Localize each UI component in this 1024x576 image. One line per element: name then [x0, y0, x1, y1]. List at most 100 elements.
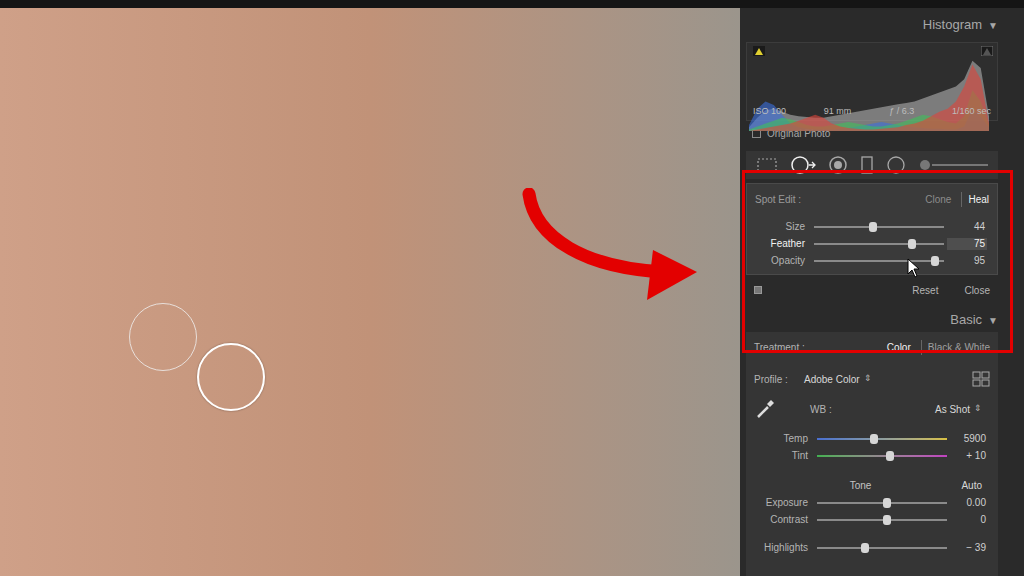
slider-knob[interactable] [931, 256, 939, 266]
collapse-toggle[interactable]: ▼ [988, 18, 998, 33]
close-button[interactable]: Close [964, 283, 990, 298]
slider-row: Temp 5900 [746, 430, 998, 447]
tool-button[interactable] [860, 155, 874, 175]
exif-info: ISO 10091 mmƒ / 6.31/160 sec [753, 106, 991, 117]
slider-row: Size 44 [747, 218, 997, 235]
brush-icon[interactable] [918, 158, 990, 172]
slider-knob[interactable] [883, 498, 891, 508]
crop-icon[interactable] [756, 156, 778, 174]
highlight-box [742, 170, 1013, 353]
slider-track[interactable] [814, 226, 944, 228]
mode-option[interactable]: Clone [919, 192, 951, 207]
spot-edit-footer: Reset Close [746, 279, 998, 301]
tone-row: ToneAuto [746, 476, 998, 494]
exif-item: ISO 100 [753, 106, 786, 117]
treatment-option[interactable]: Color [881, 340, 911, 355]
slider-row: Highlights − 39 [746, 539, 998, 556]
histogram-header[interactable]: Histogram ▼ [746, 8, 998, 42]
radial-filter-icon[interactable] [886, 155, 906, 175]
slider-label: Exposure [746, 497, 808, 509]
spot-edit-label: Spot Edit : [755, 192, 801, 207]
slider-knob[interactable] [883, 515, 891, 525]
histogram: ISO 10091 mmƒ / 6.31/160 sec [746, 42, 998, 121]
mode-option[interactable]: Heal [961, 192, 989, 207]
slider-track[interactable] [814, 243, 944, 245]
slider-track[interactable] [817, 547, 947, 549]
slider-value[interactable]: 44 [947, 221, 987, 233]
slider-value[interactable]: + 10 [948, 450, 988, 462]
highlight-clipping-icon[interactable] [981, 46, 993, 56]
tool-strip [746, 151, 998, 179]
wb-row: WB :As Shot⇕ [746, 398, 998, 420]
slider-row: Opacity 95 [747, 252, 997, 269]
panel-switch-icon[interactable] [754, 286, 762, 294]
profile-row: Profile :Adobe Color⇕ [746, 368, 998, 390]
slider-knob[interactable] [870, 434, 878, 444]
collapse-toggle[interactable]: ▼ [988, 313, 998, 328]
slider-label: Highlights [746, 542, 808, 554]
slider-value[interactable]: 5900 [948, 433, 988, 445]
lightroom-window: Histogram▼ISO 10091 mmƒ / 6.31/160 secOr… [0, 0, 1024, 576]
slider-track[interactable] [814, 260, 944, 262]
graduated-filter-icon[interactable] [860, 155, 874, 175]
slider-value[interactable]: 0.00 [948, 497, 988, 509]
slider-label: Size [747, 221, 805, 233]
profile-browser-icon[interactable] [972, 371, 990, 387]
arrow-icon [515, 188, 705, 308]
basic-title: Basic [950, 310, 982, 330]
profile-select[interactable]: Adobe Color [804, 372, 860, 387]
eyedropper-icon[interactable] [754, 398, 776, 420]
slider-row: Tint + 10 [746, 447, 998, 464]
slider-track[interactable] [817, 519, 947, 521]
shadow-clipping-icon[interactable] [753, 46, 765, 56]
wb-select[interactable]: As Shot [935, 402, 970, 417]
slider-row: Contrast 0 [746, 511, 998, 528]
profile-arrows[interactable]: ⇕ [864, 372, 872, 386]
slider-value[interactable]: 0 [948, 514, 988, 526]
exif-item: ƒ / 6.3 [889, 106, 914, 117]
tool-button[interactable] [918, 158, 990, 172]
tool-button[interactable] [828, 155, 848, 175]
exif-item: 91 mm [824, 106, 852, 117]
histogram-title: Histogram [923, 15, 982, 35]
slider-value[interactable]: 95 [947, 255, 987, 267]
slider-label: Contrast [746, 514, 808, 526]
treatment-row: Treatment :ColorBlack & White [746, 338, 998, 356]
right-panel: Histogram▼ISO 10091 mmƒ / 6.31/160 secOr… [740, 8, 1024, 576]
slider-label: Opacity [747, 255, 805, 267]
slider-track[interactable] [817, 438, 947, 440]
reset-button[interactable]: Reset [912, 283, 938, 298]
spot-removal-icon[interactable] [790, 155, 816, 175]
treatment-option[interactable]: Black & White [921, 340, 990, 355]
slider-label: Temp [746, 433, 808, 445]
slider-track[interactable] [817, 502, 947, 504]
cursor-icon [907, 258, 921, 278]
histogram-series [749, 64, 989, 131]
slider-row: Feather 75 [747, 235, 997, 252]
slider-knob[interactable] [869, 222, 877, 232]
red-eye-icon[interactable] [828, 155, 848, 175]
slider-knob[interactable] [886, 451, 894, 461]
slider-value[interactable]: 75 [947, 238, 987, 250]
spot-edit-panel: Spot Edit : Clone Heal Size 44 Feather 75 Opaci… [746, 183, 998, 275]
spot-marker[interactable] [197, 343, 265, 411]
spot-marker[interactable] [129, 303, 197, 371]
tool-button[interactable] [790, 155, 816, 175]
histogram-series [749, 61, 989, 131]
auto-button[interactable]: Auto [961, 478, 982, 493]
photo[interactable] [0, 8, 740, 576]
basic-panel: Treatment :ColorBlack & WhiteProfile :Ad… [746, 332, 998, 576]
tool-button[interactable] [756, 156, 778, 174]
slider-knob[interactable] [861, 543, 869, 553]
slider-label: Feather [747, 238, 805, 250]
slider-value[interactable]: − 39 [948, 542, 988, 554]
wb-arrows[interactable]: ⇕ [974, 402, 982, 416]
slider-knob[interactable] [908, 239, 916, 249]
basic-header[interactable]: Basic ▼ [746, 311, 998, 329]
tool-button[interactable] [886, 155, 906, 175]
slider-row: Exposure 0.00 [746, 494, 998, 511]
histogram-chart [749, 51, 989, 131]
top-strip [0, 0, 1024, 8]
slider-track[interactable] [817, 455, 947, 457]
slider-label: Tint [746, 450, 808, 462]
